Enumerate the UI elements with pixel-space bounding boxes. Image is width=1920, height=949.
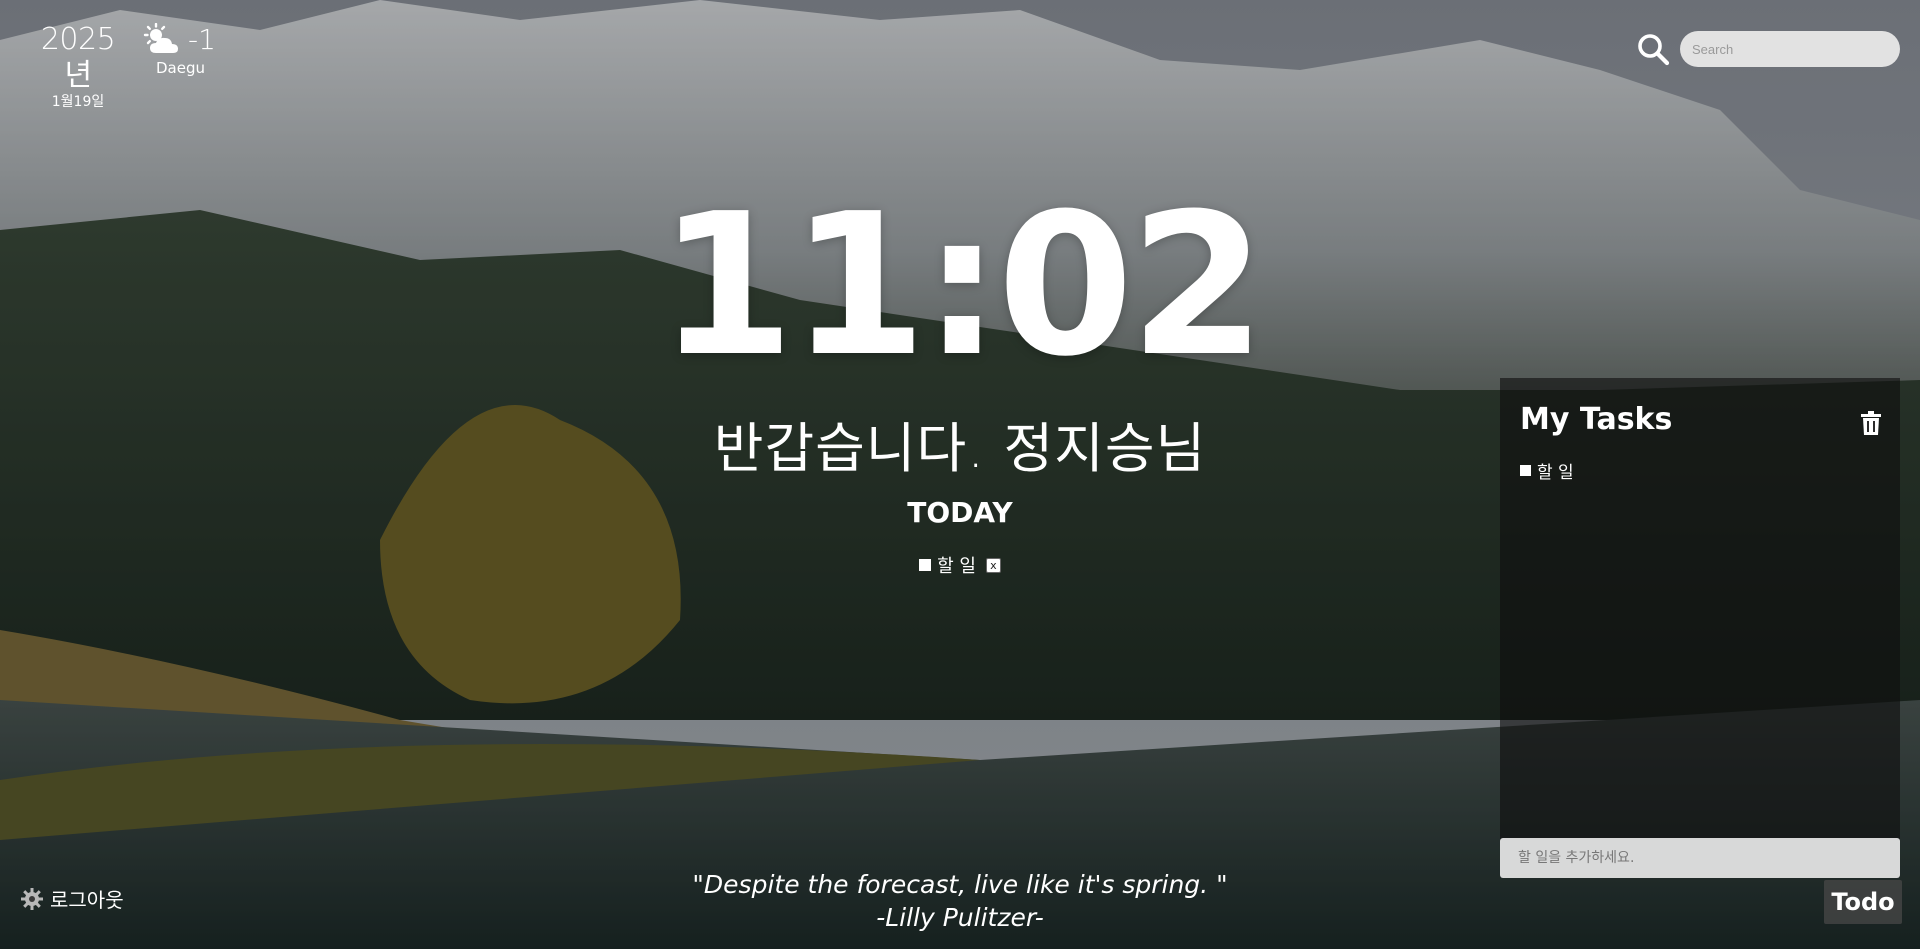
task-checkbox[interactable] <box>1520 465 1531 476</box>
city-label: Daegu <box>156 59 205 77</box>
task-list-item[interactable]: 할 일 <box>1520 458 1574 483</box>
search-input[interactable] <box>1680 31 1900 67</box>
year-label: 2025년 <box>40 22 116 93</box>
remove-task-button[interactable]: x <box>985 557 1001 573</box>
quote-author: -Lilly Pulitzer- <box>876 903 1044 932</box>
task-label: 할 일 <box>1537 463 1574 483</box>
quote-text: "Despite the forecast, live like it's sp… <box>692 870 1228 899</box>
task-checkbox[interactable] <box>919 559 932 571</box>
month-day-label: 1월19일 <box>51 94 105 110</box>
trash-icon[interactable] <box>1860 411 1882 435</box>
clock-display: 11:02 <box>658 172 1266 400</box>
weather-widget: -1 Daegu <box>142 22 232 76</box>
today-task-label[interactable]: 할 일 <box>937 552 976 578</box>
partly-cloudy-icon <box>143 23 178 53</box>
tasks-panel: My Tasks 할 일 <box>1500 378 1900 840</box>
date-display: 2025년 1월19일 <box>28 22 128 110</box>
tasks-title: My Tasks <box>1520 402 1673 437</box>
temperature-label: -1 <box>188 23 216 56</box>
search-icon[interactable] <box>1636 32 1670 66</box>
quote-block: "Despite the forecast, live like it's sp… <box>0 868 1920 934</box>
search-bar <box>1636 31 1900 67</box>
